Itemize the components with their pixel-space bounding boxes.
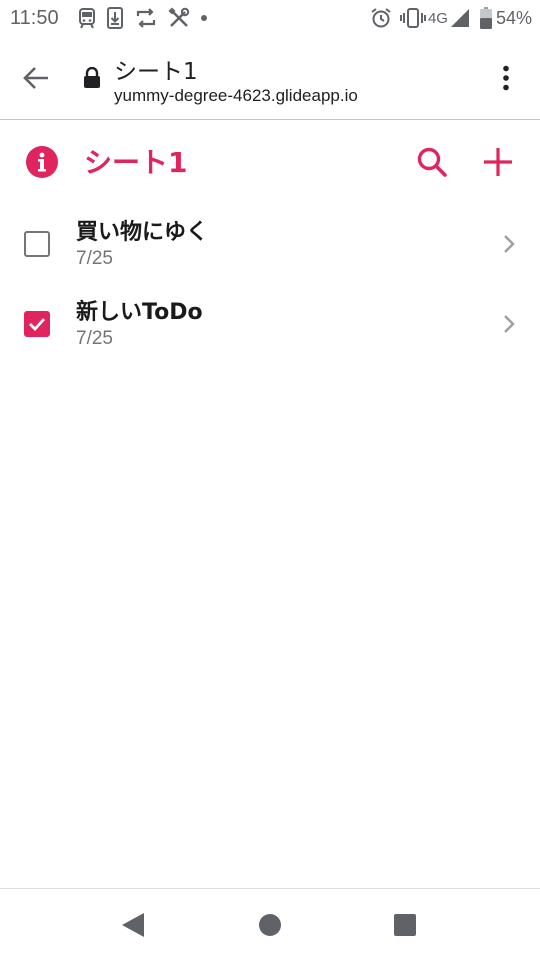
browser-toolbar: シート1 yummy-degree-4623.glideapp.io: [0, 36, 540, 120]
nav-recents-icon[interactable]: [393, 913, 417, 937]
check-icon: [29, 318, 46, 332]
todo-checkbox[interactable]: [24, 231, 50, 257]
plus-icon: [484, 148, 512, 176]
download-icon: [106, 7, 124, 29]
todo-title: 買い物にゆく: [76, 220, 209, 245]
status-right-icons: 4G 54%: [362, 5, 532, 31]
phone-screen: 11:50 4G 54% シート1 yummy-degree-4623.glid…: [0, 0, 540, 960]
nav-back-icon[interactable]: [120, 911, 148, 939]
navigation-bar: [0, 888, 540, 960]
status-left-icons: [78, 6, 218, 30]
app-title: シート1: [84, 146, 188, 179]
todo-checkbox[interactable]: [24, 311, 50, 337]
todo-date: 7/25: [76, 328, 113, 349]
app-header: シート1: [0, 122, 540, 202]
lock-icon: [84, 67, 100, 88]
list-item[interactable]: 新しいToDo 7/25: [0, 284, 540, 364]
nav-home-icon[interactable]: [258, 913, 282, 937]
browser-url[interactable]: yummy-degree-4623.glideapp.io: [114, 86, 358, 106]
status-time: 11:50: [10, 7, 59, 29]
alarm-icon: [370, 7, 392, 29]
train-icon: [78, 7, 96, 29]
add-button[interactable]: [478, 142, 518, 182]
browser-page-title: シート1: [114, 59, 198, 85]
sync-icon: [134, 7, 158, 29]
back-arrow-icon: [23, 67, 48, 89]
signal-icon: [450, 8, 470, 28]
more-vert-icon: [503, 65, 509, 91]
search-icon: [417, 147, 447, 177]
todo-title: 新しいToDo: [76, 300, 203, 325]
list-item[interactable]: 買い物にゆく 7/25: [0, 204, 540, 284]
tools-icon: [168, 7, 190, 29]
status-bar: 11:50 4G 54%: [0, 0, 540, 36]
search-button[interactable]: [412, 142, 452, 182]
dot-icon: [200, 14, 208, 22]
battery-percent: 54%: [495, 7, 532, 28]
browser-menu-button[interactable]: [486, 58, 526, 98]
network-type: 4G: [427, 9, 448, 27]
info-icon[interactable]: [26, 146, 58, 178]
todo-list: 買い物にゆく 7/25 新しいToDo 7/25: [0, 204, 540, 364]
battery-icon: [479, 7, 492, 29]
chevron-right-icon: [504, 315, 515, 333]
browser-back-button[interactable]: [14, 56, 58, 100]
chevron-right-icon: [504, 235, 515, 253]
todo-date: 7/25: [76, 248, 113, 269]
vibrate-icon: [399, 7, 426, 29]
